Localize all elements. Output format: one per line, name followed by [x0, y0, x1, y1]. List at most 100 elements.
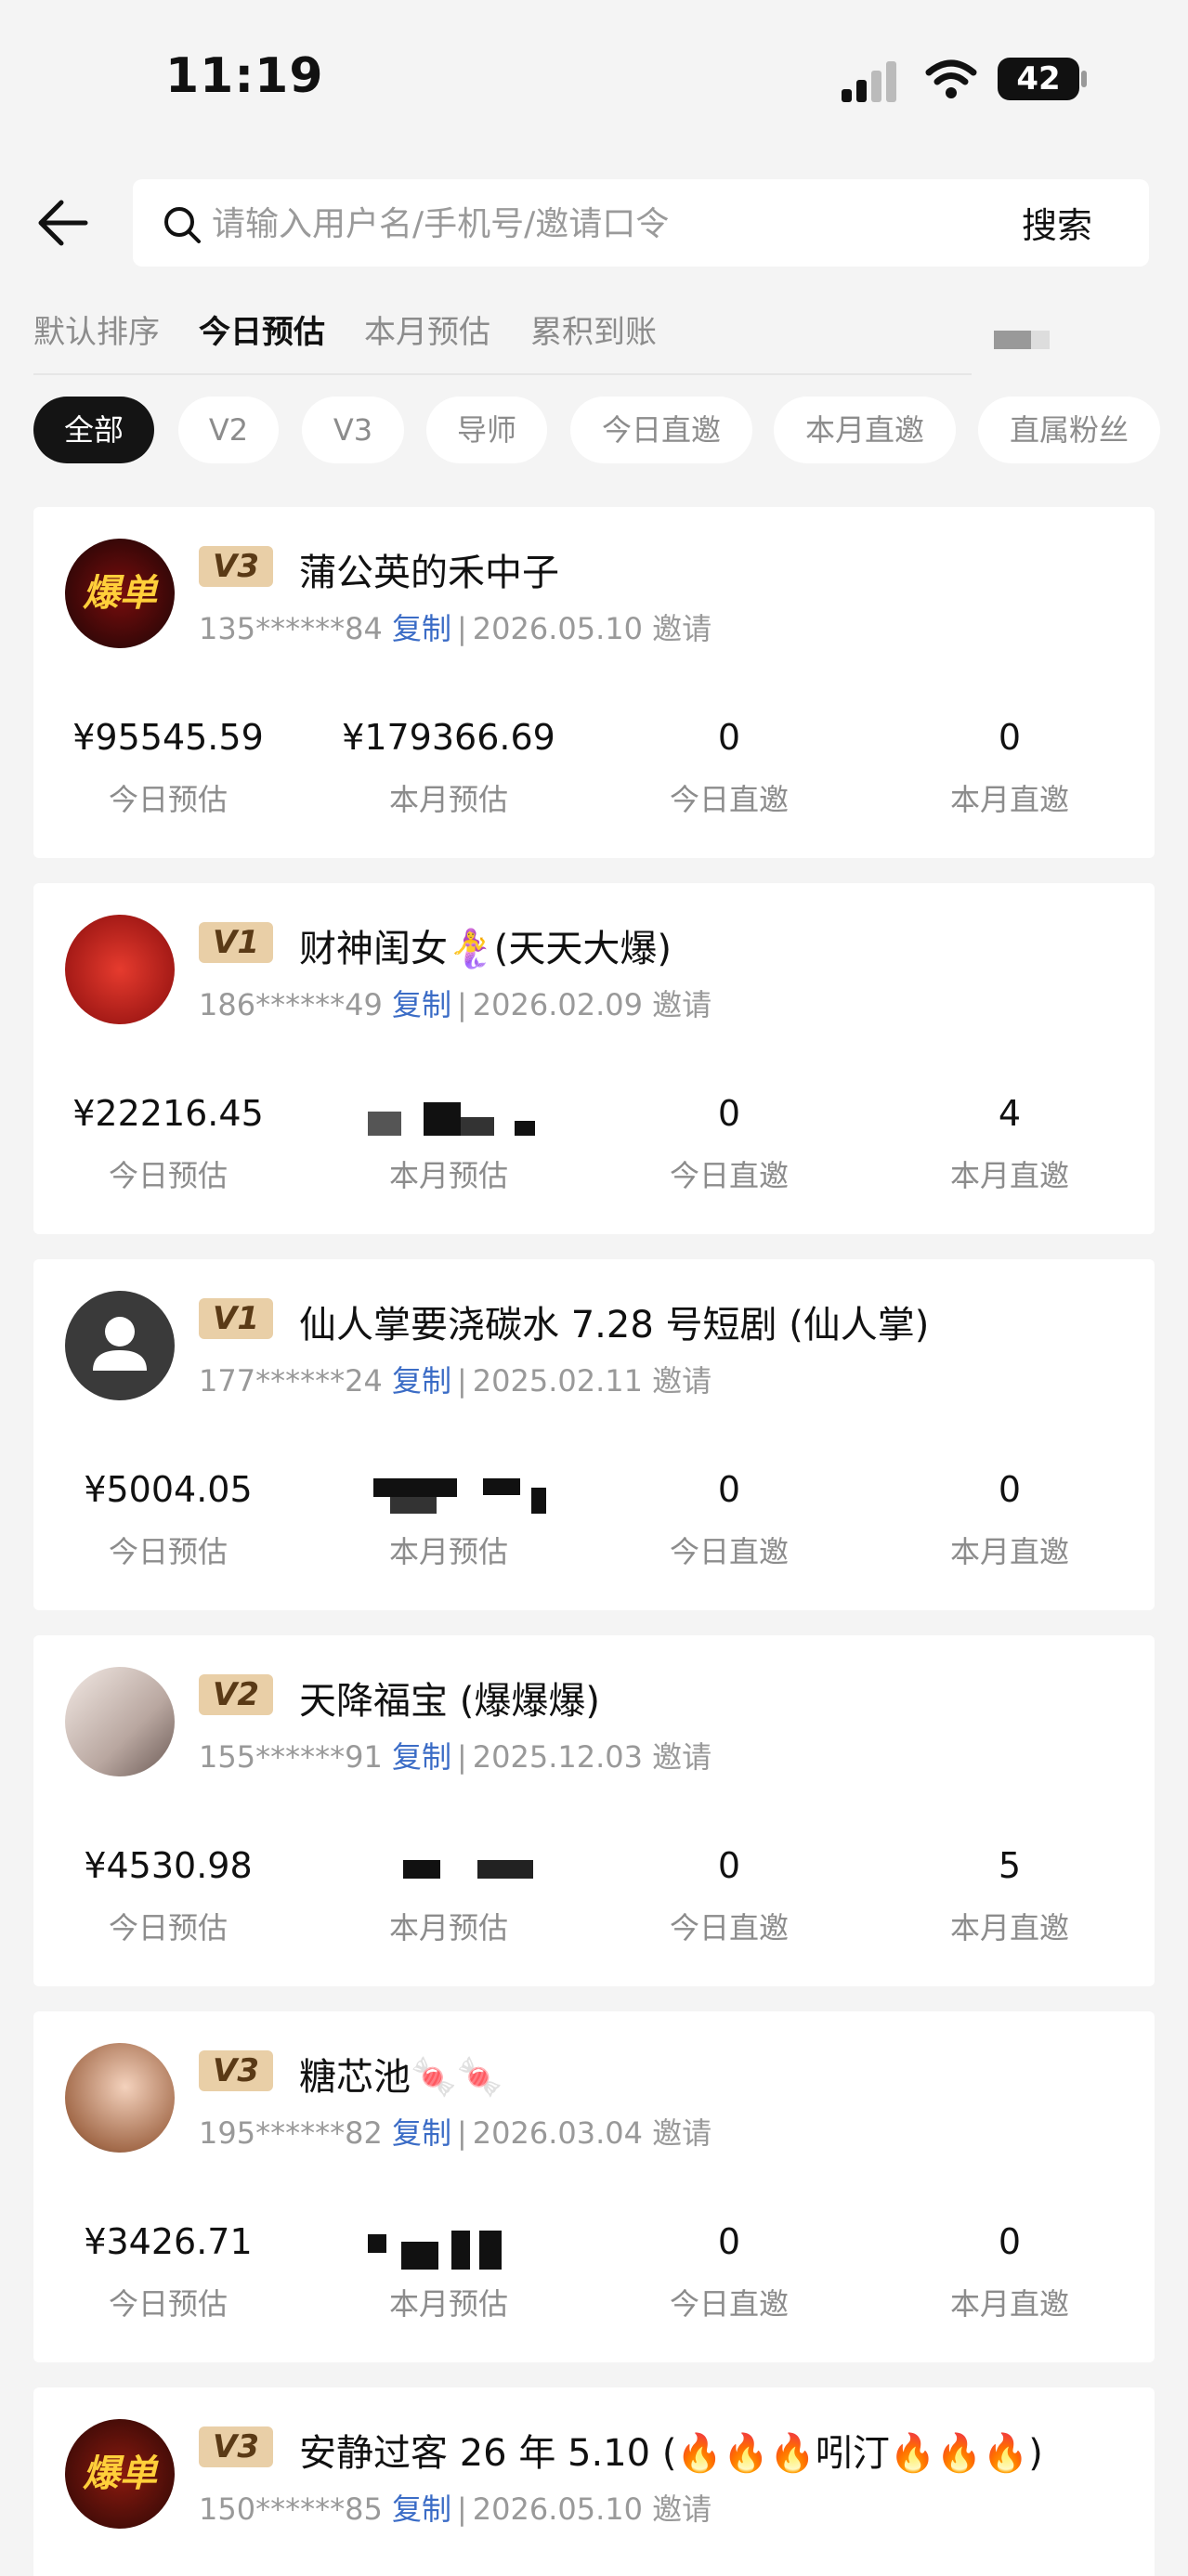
member-card[interactable]: 爆单 V3 安静过客 26 年 5.10 (🔥🔥🔥吲汀🔥🔥🔥) 150*****…	[33, 2387, 1155, 2576]
member-meta: 186******49 复制 | 2026.02.09 邀请	[199, 987, 712, 1022]
month-invite-value: 0	[998, 1469, 1022, 1510]
member-phone: 155******91	[199, 1739, 383, 1775]
month-est-label: 本月预估	[388, 1910, 508, 1945]
today-invite-label: 今日直邀	[669, 1158, 789, 1193]
sort-tab-month[interactable]: 本月预估	[364, 306, 490, 352]
default-user-icon	[93, 1317, 147, 1371]
cellular-signal-icon	[842, 61, 901, 102]
copy-button[interactable]: 复制	[392, 1363, 451, 1399]
avatar-logo-text: 爆单	[83, 2452, 157, 2495]
chip-today-invite[interactable]: 今日直邀	[570, 397, 752, 463]
avatar	[65, 2043, 175, 2153]
avatar: 爆单	[65, 2419, 175, 2529]
today-est-value: ¥3426.71	[84, 2221, 253, 2262]
today-est-label: 今日预估	[108, 2286, 228, 2322]
chip-all[interactable]: 全部	[33, 397, 154, 463]
month-est-value: ¥179366.69	[342, 717, 555, 758]
month-est-label: 本月预估	[388, 1158, 508, 1193]
copy-button[interactable]: 复制	[392, 611, 451, 646]
level-badge: V1	[199, 1298, 273, 1339]
redacted-mosaic	[403, 1854, 589, 1897]
filter-chips: 全部 V2 V3 导师 今日直邀 本月直邀 直属粉丝	[33, 397, 1188, 463]
member-meta: 155******91 复制 | 2025.12.03 邀请	[199, 1739, 712, 1775]
member-meta: 135******84 复制 | 2026.05.10 邀请	[199, 611, 712, 646]
battery-icon: 42	[998, 58, 1079, 100]
today-est-label: 今日预估	[108, 782, 228, 817]
month-invite-value: 5	[998, 1845, 1022, 1886]
today-invite-value: 0	[717, 1469, 741, 1510]
member-card[interactable]: V1 仙人掌要浇碳水 7.28 号短剧 (仙人掌) 177******24 复制…	[33, 1259, 1155, 1610]
copy-button[interactable]: 复制	[392, 2491, 451, 2527]
member-card[interactable]: V3 糖芯池🍬🍬 195******82 复制 | 2026.03.04 邀请 ¥3…	[33, 2011, 1155, 2362]
today-est-value: ¥5004.05	[84, 1469, 253, 1510]
redacted-mosaic	[368, 1102, 554, 1145]
sort-toggle-icon[interactable]	[994, 331, 1050, 349]
sort-tab-default[interactable]: 默认排序	[33, 306, 160, 352]
avatar-logo-text: 爆单	[83, 572, 157, 615]
sort-tab-total[interactable]: 累积到账	[530, 306, 657, 352]
today-invite-label: 今日直邀	[669, 782, 789, 817]
member-phone: 135******84	[199, 611, 383, 646]
search-icon	[164, 207, 201, 243]
member-card[interactable]: V1 财神闺女🧜‍♀️(天天大爆) 186******49 复制 | 2026.02…	[33, 883, 1155, 1234]
chip-v3[interactable]: V3	[302, 397, 404, 463]
level-badge: V3	[199, 2426, 273, 2467]
today-est-label: 今日预估	[108, 1158, 228, 1193]
today-est-label: 今日预估	[108, 1910, 228, 1945]
invite-date: 2026.05.10 邀请	[472, 2491, 712, 2527]
month-invite-value: 0	[998, 717, 1022, 758]
month-est-label: 本月预估	[388, 1534, 508, 1569]
invite-date: 2026.03.04 邀请	[472, 2115, 712, 2151]
member-card[interactable]: V2 天降福宝 (爆爆爆) 155******91 复制 | 2025.12.03 …	[33, 1635, 1155, 1986]
month-invite-label: 本月直邀	[949, 1158, 1069, 1193]
level-badge: V2	[199, 1674, 273, 1715]
month-invite-value: 0	[998, 2221, 1022, 2262]
back-arrow-icon[interactable]	[33, 195, 89, 251]
copy-button[interactable]: 复制	[392, 2115, 451, 2151]
today-est-value: ¥4530.98	[84, 1845, 253, 1886]
today-invite-value: 0	[717, 717, 741, 758]
level-badge: V3	[199, 2050, 273, 2091]
chip-v2[interactable]: V2	[178, 397, 279, 463]
search-input[interactable]	[210, 190, 1003, 257]
invite-date: 2025.12.03 邀请	[472, 1739, 712, 1775]
member-meta: 150******85 复制 | 2026.05.10 邀请	[199, 2491, 712, 2527]
today-invite-label: 今日直邀	[669, 1910, 789, 1945]
invite-date: 2025.02.11 邀请	[472, 1363, 712, 1399]
chip-direct-fans[interactable]: 直属粉丝	[978, 397, 1160, 463]
redacted-mosaic	[368, 2231, 554, 2273]
member-name: 仙人掌要浇碳水 7.28 号短剧 (仙人掌)	[299, 1304, 930, 1347]
month-est-label: 本月预估	[388, 782, 508, 817]
member-name: 糖芯池🍬🍬	[299, 2056, 503, 2099]
chip-month-invite[interactable]: 本月直邀	[774, 397, 956, 463]
member-meta: 177******24 复制 | 2025.02.11 邀请	[199, 1363, 712, 1399]
battery-cap	[1081, 71, 1087, 87]
wifi-icon	[925, 59, 977, 98]
status-time: 11:19	[165, 48, 324, 104]
member-phone: 186******49	[199, 987, 383, 1022]
member-phone: 195******82	[199, 2115, 383, 2151]
invite-date: 2026.02.09 邀请	[472, 987, 712, 1022]
avatar	[65, 915, 175, 1024]
today-invite-value: 0	[717, 1093, 741, 1134]
month-invite-label: 本月直邀	[949, 1534, 1069, 1569]
avatar	[65, 1291, 175, 1400]
member-phone: 150******85	[199, 2491, 383, 2527]
copy-button[interactable]: 复制	[392, 987, 451, 1022]
level-badge: V1	[199, 922, 273, 963]
member-name: 安静过客 26 年 5.10 (🔥🔥🔥吲汀🔥🔥🔥)	[299, 2432, 1043, 2475]
today-invite-label: 今日直邀	[669, 2286, 789, 2322]
month-invite-value: 4	[998, 1093, 1022, 1134]
search-button[interactable]: 搜索	[1022, 197, 1092, 248]
copy-button[interactable]: 复制	[392, 1739, 451, 1775]
member-phone: 177******24	[199, 1363, 383, 1399]
avatar	[65, 1667, 175, 1776]
member-card[interactable]: 爆单 V3 蒲公英的禾中子 135******84 复制 | 2026.05.10 …	[33, 507, 1155, 858]
today-est-label: 今日预估	[108, 1534, 228, 1569]
member-name: 蒲公英的禾中子	[299, 552, 559, 594]
month-invite-label: 本月直邀	[949, 782, 1069, 817]
sort-tab-today[interactable]: 今日预估	[199, 306, 325, 352]
member-meta: 195******82 复制 | 2026.03.04 邀请	[199, 2115, 712, 2151]
chip-mentor[interactable]: 导师	[426, 397, 547, 463]
redacted-mosaic	[373, 1478, 559, 1521]
